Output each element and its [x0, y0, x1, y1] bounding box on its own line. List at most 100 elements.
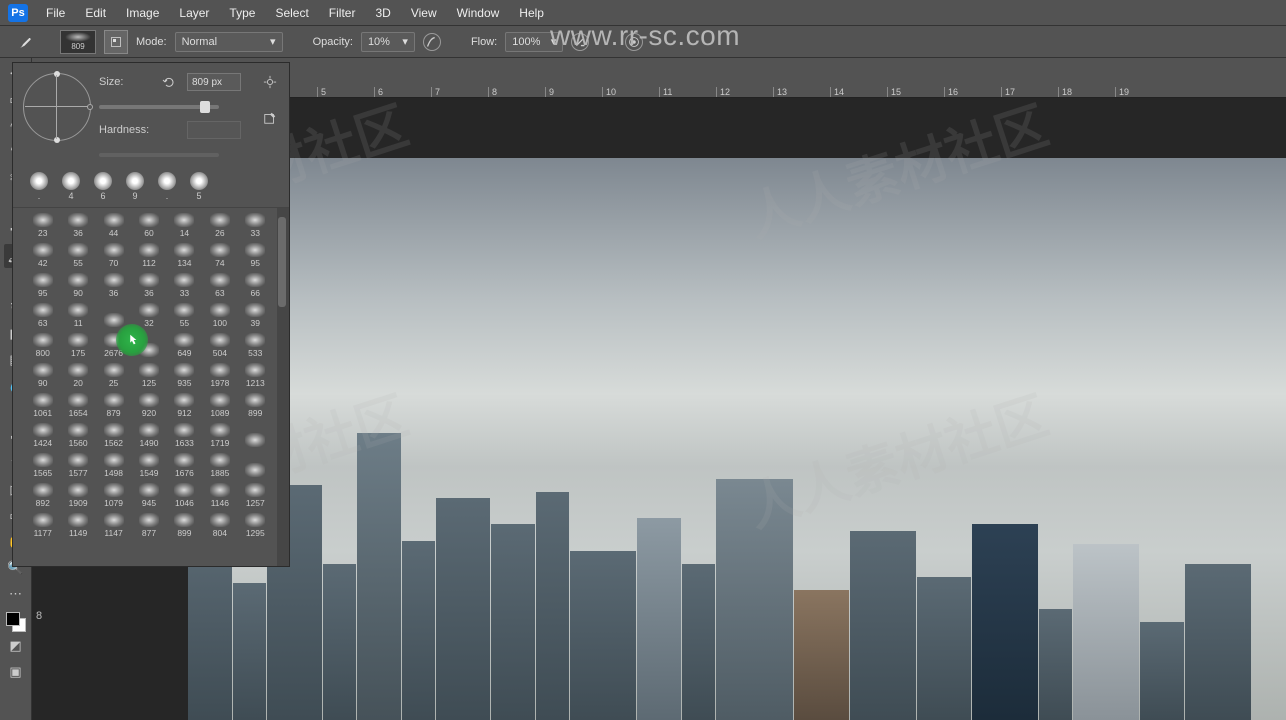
brush-preset-item[interactable]: 1089	[202, 388, 237, 418]
more-tool-icon[interactable]: ⋯	[4, 582, 28, 606]
brush-preset-item[interactable]: 800	[25, 328, 60, 358]
new-preset-icon[interactable]	[263, 111, 277, 125]
brush-preset-item[interactable]: 36	[60, 208, 95, 238]
brush-preset-item[interactable]: 44	[96, 208, 131, 238]
brush-preset-item[interactable]: 899	[238, 388, 273, 418]
brush-preset-item[interactable]: 1490	[131, 418, 166, 448]
pressure-opacity-toggle-icon[interactable]	[423, 33, 441, 51]
menu-filter[interactable]: Filter	[319, 6, 366, 20]
brush-preset-item[interactable]: 504	[202, 328, 237, 358]
brush-preset-item[interactable]: 1213	[238, 358, 273, 388]
brush-preset-item[interactable]: 63	[202, 268, 237, 298]
brush-grid-scrollbar[interactable]	[277, 208, 289, 566]
brush-preset-item[interactable]: 20	[60, 358, 95, 388]
brush-recent-item[interactable]: 9	[121, 171, 149, 201]
brush-preset-item[interactable]: 1719	[202, 418, 237, 448]
menu-image[interactable]: Image	[116, 6, 169, 20]
quickmask-icon[interactable]: ◩	[4, 634, 28, 658]
brush-preset-item[interactable]: 1909	[60, 478, 95, 508]
brush-preset-item[interactable]: 1257	[238, 478, 273, 508]
brush-preset-item[interactable]: 1654	[60, 388, 95, 418]
brush-preset-item[interactable]: 1424	[25, 418, 60, 448]
reset-size-icon[interactable]	[161, 74, 177, 90]
brush-preset-item[interactable]: 33	[167, 268, 202, 298]
brush-preset-item[interactable]: 33	[238, 208, 273, 238]
brush-preset-item[interactable]: 1149	[60, 508, 95, 538]
brush-preset-item[interactable]: 55	[60, 238, 95, 268]
brush-preset-item[interactable]: 125	[131, 358, 166, 388]
brush-preset-item[interactable]: 1885	[202, 448, 237, 478]
brush-preset-picker[interactable]: 809	[60, 30, 96, 54]
gear-icon[interactable]	[263, 75, 277, 89]
size-input[interactable]	[187, 73, 241, 91]
brush-preset-item[interactable]: 23	[25, 208, 60, 238]
brush-preset-item[interactable]: 1676	[167, 448, 202, 478]
brush-preset-item[interactable]: 25	[96, 358, 131, 388]
brush-recent-item[interactable]: 6	[89, 171, 117, 201]
hardness-input[interactable]	[187, 121, 241, 139]
brush-recent-item[interactable]: 4	[57, 171, 85, 201]
brush-preset-item[interactable]: 63	[25, 298, 60, 328]
menu-layer[interactable]: Layer	[169, 6, 219, 20]
brush-preset-item[interactable]: 36	[96, 268, 131, 298]
brush-preset-item[interactable]: 134	[167, 238, 202, 268]
brush-preset-item[interactable]: 892	[25, 478, 60, 508]
menu-file[interactable]: File	[36, 6, 75, 20]
brush-angle-control[interactable]	[23, 73, 91, 141]
brush-preset-item[interactable]	[238, 418, 273, 448]
brush-preset-item[interactable]: 90	[25, 358, 60, 388]
brush-recent-item[interactable]: 5	[185, 171, 213, 201]
brush-preset-item[interactable]: 66	[238, 268, 273, 298]
brush-preset-item[interactable]: 95	[238, 238, 273, 268]
brush-tool-icon[interactable]	[14, 30, 38, 54]
brush-preset-item[interactable]: 1079	[96, 478, 131, 508]
brush-preset-item[interactable]: 60	[131, 208, 166, 238]
brush-preset-item[interactable]: 920	[131, 388, 166, 418]
brush-preset-item[interactable]: 877	[131, 508, 166, 538]
hardness-slider[interactable]	[99, 153, 219, 157]
brush-preset-item[interactable]: 55	[167, 298, 202, 328]
brush-panel-toggle-icon[interactable]	[104, 30, 128, 54]
brush-preset-item[interactable]: 1577	[60, 448, 95, 478]
brush-preset-item[interactable]: 112	[131, 238, 166, 268]
brush-preset-item[interactable]: 1177	[25, 508, 60, 538]
brush-preset-item[interactable]: 36	[131, 268, 166, 298]
brush-preset-item[interactable]: 14	[167, 208, 202, 238]
opacity-field[interactable]: 10%▾	[361, 32, 415, 52]
brush-preset-item[interactable]: 42	[25, 238, 60, 268]
brush-preset-item[interactable]: 1498	[96, 448, 131, 478]
brush-preset-item[interactable]: 1978	[202, 358, 237, 388]
brush-preset-item[interactable]: 1146	[202, 478, 237, 508]
brush-preset-item[interactable]: 175	[60, 328, 95, 358]
menu-select[interactable]: Select	[265, 6, 318, 20]
brush-preset-item[interactable]: 32	[131, 298, 166, 328]
brush-preset-item[interactable]: 804	[202, 508, 237, 538]
brush-preset-item[interactable]: 935	[167, 358, 202, 388]
menu-help[interactable]: Help	[509, 6, 554, 20]
brush-preset-item[interactable]: 39	[238, 298, 273, 328]
brush-preset-item[interactable]: 1295	[238, 508, 273, 538]
brush-preset-item[interactable]: 945	[131, 478, 166, 508]
menu-view[interactable]: View	[401, 6, 447, 20]
brush-preset-item[interactable]: 74	[202, 238, 237, 268]
brush-preset-item[interactable]: 1549	[131, 448, 166, 478]
brush-preset-item[interactable]: 70	[96, 238, 131, 268]
color-swatch[interactable]	[6, 612, 26, 632]
brush-preset-item[interactable]: 1565	[25, 448, 60, 478]
brush-preset-item[interactable]: 1633	[167, 418, 202, 448]
brush-preset-item[interactable]: 90	[60, 268, 95, 298]
foreground-color[interactable]	[6, 612, 20, 626]
brush-recent-item[interactable]: .	[153, 171, 181, 201]
brush-preset-item[interactable]: 533	[238, 328, 273, 358]
size-slider[interactable]	[99, 105, 219, 109]
menu-type[interactable]: Type	[219, 6, 265, 20]
screenmode-icon[interactable]: ▣	[4, 660, 28, 684]
brush-preset-item[interactable]: 1046	[167, 478, 202, 508]
brush-preset-item[interactable]: 879	[96, 388, 131, 418]
brush-preset-item[interactable]	[238, 448, 273, 478]
brush-preset-item[interactable]: 11	[60, 298, 95, 328]
brush-preset-item[interactable]: 95	[25, 268, 60, 298]
brush-preset-item[interactable]: 26	[202, 208, 237, 238]
brush-preset-item[interactable]: 1061	[25, 388, 60, 418]
menu-edit[interactable]: Edit	[75, 6, 116, 20]
